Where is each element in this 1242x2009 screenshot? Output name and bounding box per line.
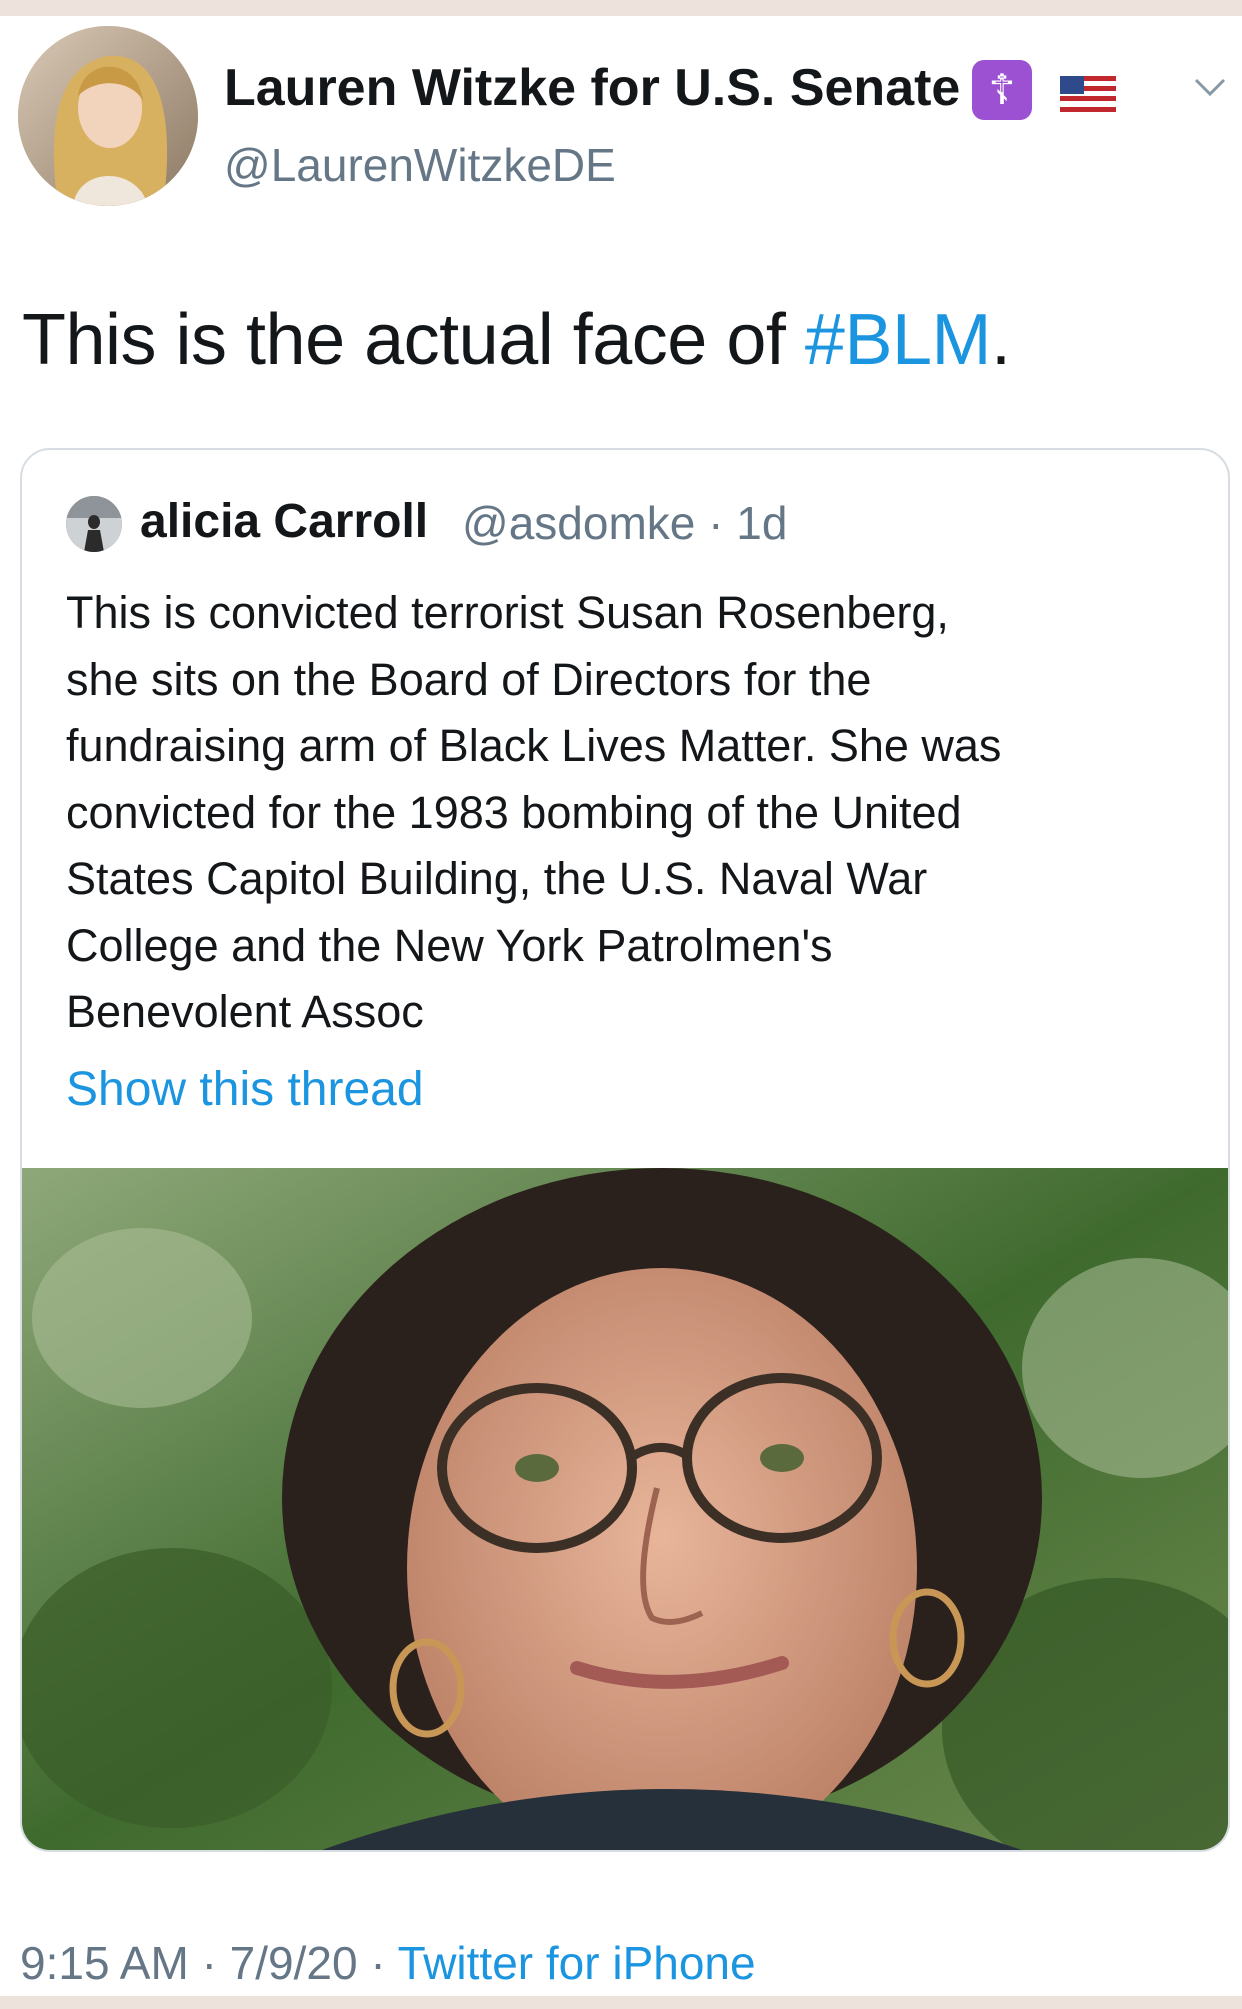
quoted-text: This is convicted terrorist Susan Rosenb… — [66, 580, 1196, 1046]
show-thread-link[interactable]: Show this thread — [66, 1062, 424, 1117]
footer-separator: · — [370, 1937, 386, 1989]
chevron-down-icon[interactable] — [1192, 72, 1228, 102]
quoted-text-line: This is convicted terrorist Susan Rosenb… — [66, 587, 949, 638]
tweet-date: 7/9/20 — [229, 1937, 358, 1989]
tweet-timestamp: 9:15 AM · 7/9/20 · Twitter for iPhone — [20, 1936, 756, 1990]
orthodox-cross-icon: ☦ — [972, 60, 1032, 120]
quoted-text-line: States Capitol Building, the U.S. Naval … — [66, 853, 928, 904]
quoted-tweet-photo[interactable] — [22, 1168, 1228, 1850]
quoted-text-line: she sits on the Board of Directors for t… — [66, 653, 872, 705]
tweet-time: 9:15 AM — [20, 1937, 189, 1989]
tweet-text-end: . — [991, 300, 1011, 380]
tweet-text-body: This is the actual face of — [22, 300, 805, 380]
meta-separator: · — [708, 497, 724, 549]
quoted-text-line: Benevolent Assoc — [66, 986, 424, 1037]
display-name[interactable]: Lauren Witzke for U.S. Senate — [224, 58, 960, 118]
profile-avatar[interactable] — [18, 26, 198, 206]
quoted-author-name[interactable]: alicia Carroll — [140, 494, 428, 549]
us-flag-icon — [1060, 76, 1116, 112]
quoted-meta: @asdomke · 1d — [462, 496, 787, 550]
footer-separator: · — [201, 1937, 217, 1989]
quoted-text-line: College and the New York Patrolmen's — [66, 919, 833, 971]
hashtag-link[interactable]: #BLM — [805, 300, 992, 380]
tweet-card: Lauren Witzke for U.S. Senate ☦ @LaurenW… — [0, 16, 1242, 1996]
quoted-handle[interactable]: @asdomke — [462, 497, 695, 549]
source-link[interactable]: Twitter for iPhone — [398, 1937, 756, 1989]
tweet-text: This is the actual face of #BLM. — [22, 299, 1011, 381]
user-handle[interactable]: @LaurenWitzkeDE — [224, 138, 616, 192]
quoted-tweet[interactable]: alicia Carroll @asdomke · 1d This is con… — [20, 448, 1230, 1852]
quoted-age: 1d — [736, 497, 788, 549]
quoted-text-line: fundraising arm of Black Lives Matter. S… — [66, 720, 1002, 771]
quoted-text-line: convicted for the 1983 bombing of the Un… — [66, 786, 962, 838]
quoted-avatar[interactable] — [66, 496, 122, 552]
